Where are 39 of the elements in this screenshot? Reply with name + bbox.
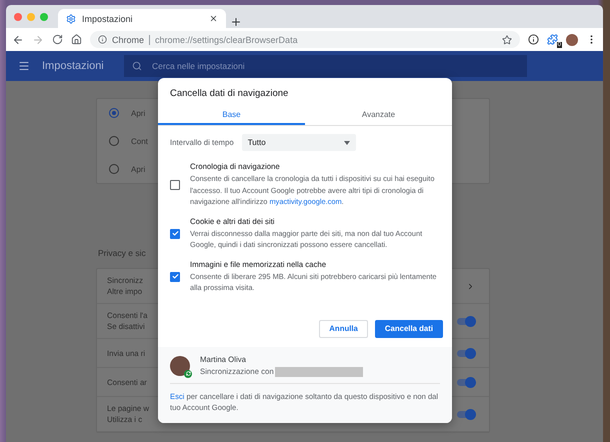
settings-title: Impostazioni	[42, 60, 105, 72]
section-title: Privacy e sic	[98, 248, 147, 258]
radio-button[interactable]	[109, 108, 119, 118]
search-icon	[132, 61, 142, 71]
time-range-select[interactable]: Tutto	[242, 134, 356, 151]
toggle-switch[interactable]	[457, 318, 475, 324]
toggle-switch[interactable]	[457, 410, 475, 418]
search-field[interactable]: Cerca nelle impostazioni	[124, 55, 527, 77]
address-bar[interactable]: Chrome chrome://settings/clearBrowserData	[90, 31, 520, 48]
info-icon[interactable]	[528, 34, 539, 45]
toggle-switch[interactable]	[457, 378, 475, 386]
radio-button[interactable]	[109, 136, 119, 146]
checkbox[interactable]	[170, 180, 180, 190]
dialog-tab[interactable]: Avanzate	[305, 105, 452, 125]
account-avatar	[170, 356, 190, 376]
close-window-icon[interactable]	[14, 12, 22, 20]
reload-icon[interactable]	[52, 34, 63, 45]
new-tab-icon[interactable]	[230, 16, 242, 28]
checkbox[interactable]	[170, 272, 180, 282]
option-label: Apri	[131, 108, 146, 118]
home-icon[interactable]	[71, 34, 82, 45]
option-label: Apri	[131, 164, 146, 174]
toggle-switch[interactable]	[457, 350, 475, 356]
url-text: chrome://settings/clearBrowserData	[155, 34, 299, 44]
dialog-tab[interactable]: Base	[158, 105, 305, 125]
close-icon[interactable]	[209, 14, 218, 23]
chevron-icon[interactable]	[466, 282, 475, 290]
browser-tab[interactable]: Impostazioni	[58, 9, 226, 28]
info-icon	[98, 35, 107, 44]
checkbox[interactable]	[170, 228, 180, 238]
back-icon[interactable]	[12, 34, 24, 46]
dialog-title: Cancella dati di navigazione	[169, 87, 290, 101]
option-label: Cont	[131, 136, 148, 146]
star-icon[interactable]	[502, 34, 512, 44]
profile-avatar[interactable]	[566, 34, 578, 46]
dropdown-caret-icon	[344, 140, 350, 144]
site-label: Chrome	[112, 34, 144, 44]
radio-button[interactable]	[109, 164, 119, 174]
gear-icon	[66, 14, 76, 24]
